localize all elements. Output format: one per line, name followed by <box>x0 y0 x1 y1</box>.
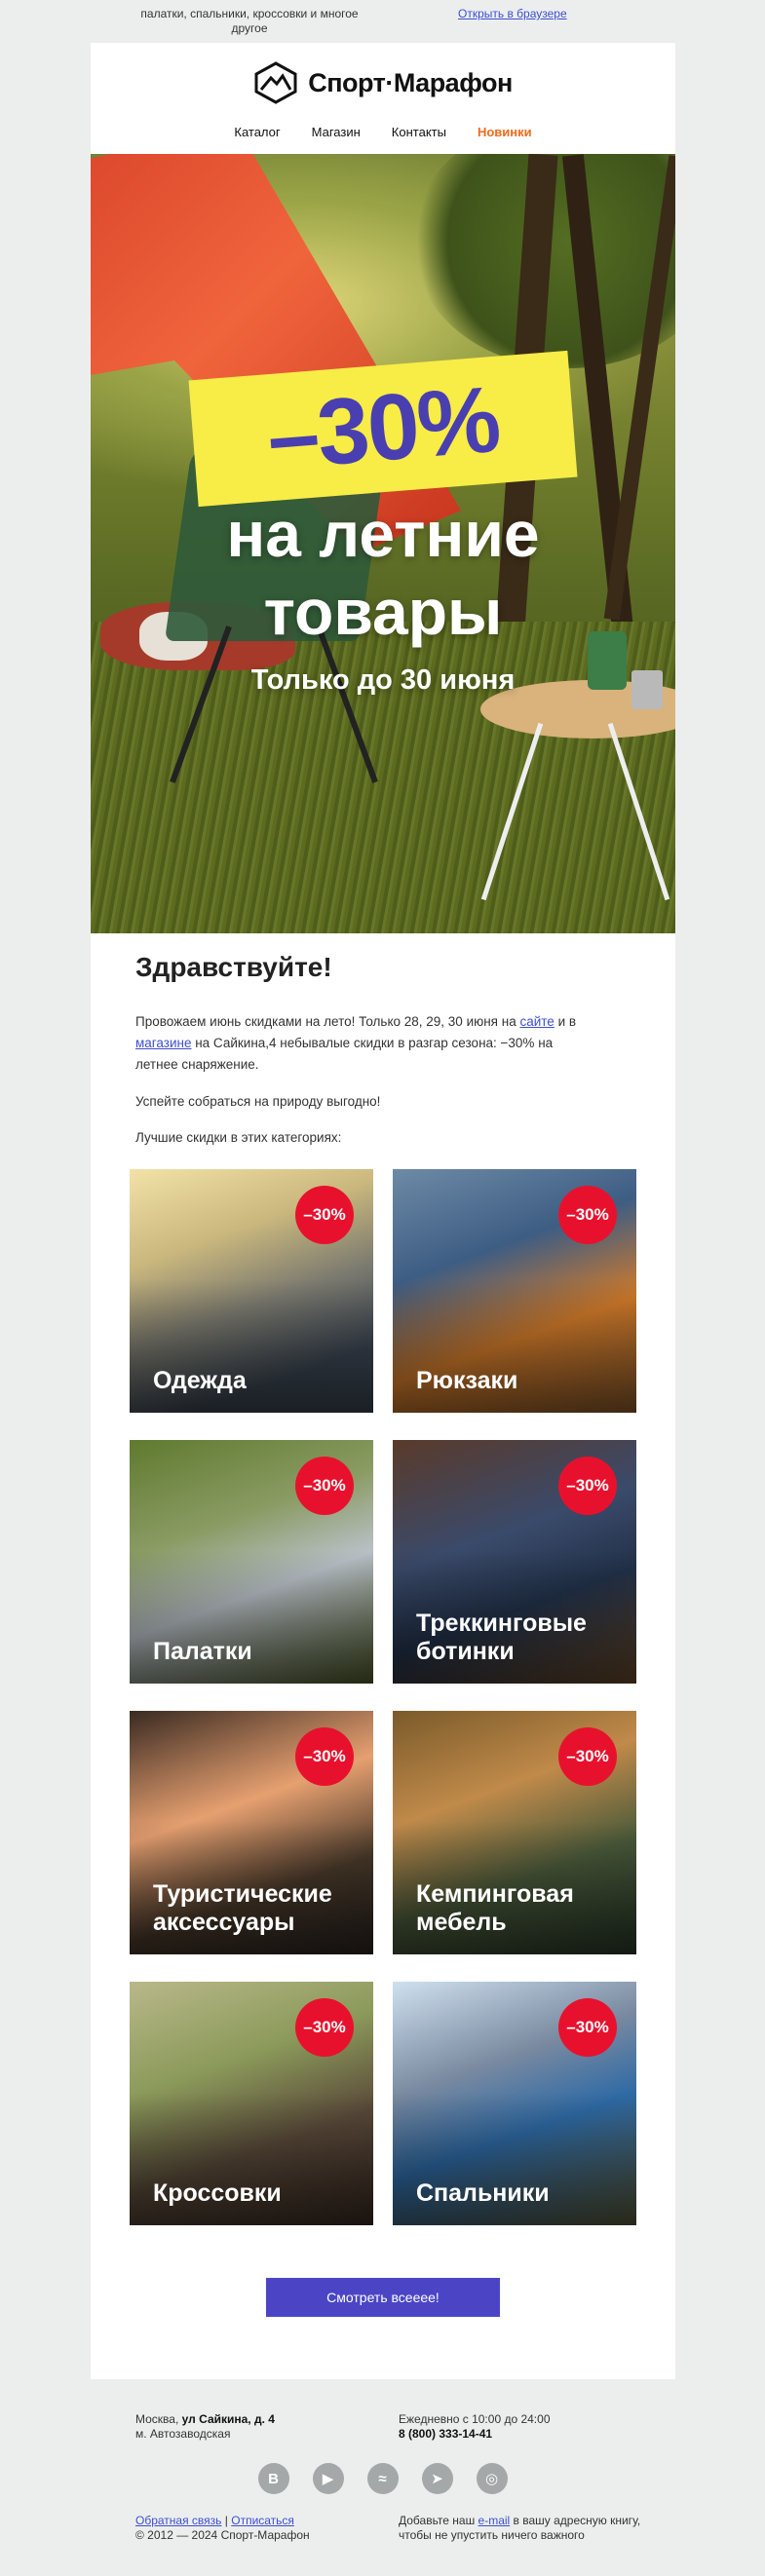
paragraph-categories: Лучшие скидки в этих категориях: <box>135 1130 342 1145</box>
nav-contacts[interactable]: Контакты <box>392 125 446 139</box>
vk-icon[interactable]: В <box>257 2463 289 2494</box>
hero-banner[interactable]: –30% на летние товары Только до 30 июня <box>91 154 675 933</box>
email-body: Спорт·Марафон Каталог Магазин Контакты Н… <box>91 43 675 2379</box>
intro-paragraph: Провожаем июнь скидками на лето! Только … <box>135 1011 593 1076</box>
intro-text: и в <box>554 1014 577 1029</box>
main-nav: Каталог Магазин Контакты Новинки <box>91 125 675 139</box>
wave-icon[interactable]: ≈ <box>366 2463 399 2494</box>
social-links: В ▶ ≈ ➤ ◎ <box>0 2463 765 2494</box>
discount-badge: –30% <box>558 1998 617 2057</box>
site-link[interactable]: сайте <box>519 1014 554 1029</box>
category-card-accessories[interactable]: –30% Туристические аксессуары <box>130 1711 373 1954</box>
footer-metro: м. Автозаводская <box>135 2427 231 2441</box>
youtube-icon[interactable]: ▶ <box>312 2463 344 2494</box>
open-in-browser-link[interactable]: Открыть в браузере <box>458 7 567 20</box>
greeting-heading: Здравствуйте! <box>135 952 332 982</box>
preheader: палатки, спальники, кроссовки и многое д… <box>0 0 765 43</box>
unsubscribe-link[interactable]: Отписаться <box>231 2514 294 2527</box>
preheader-text: палатки, спальники, кроссовки и многое д… <box>140 7 359 35</box>
footer-hours: Ежедневно с 10:00 до 24:00 8 (800) 333-1… <box>399 2412 551 2442</box>
mountain-logo-icon <box>254 61 297 104</box>
hero-headline-1: на летние <box>226 498 540 570</box>
nav-new[interactable]: Новинки <box>478 125 532 139</box>
card-title: Палатки <box>153 1638 252 1665</box>
odnoklassniki-icon[interactable]: ◎ <box>476 2463 508 2494</box>
footer-separator: | <box>224 2514 228 2527</box>
footer-address: Москва, ул Сайкина, д. 4 м. Автозаводска… <box>135 2412 275 2442</box>
footer: Москва, ул Сайкина, д. 4 м. Автозаводска… <box>0 2379 765 2576</box>
footer-hours-text: Ежедневно с 10:00 до 24:00 <box>399 2412 551 2426</box>
nav-catalog[interactable]: Каталог <box>234 125 280 139</box>
discount-badge: –30% <box>558 1457 617 1515</box>
card-title: Одежда <box>153 1367 247 1394</box>
category-card-clothes[interactable]: –30% Одежда <box>130 1169 373 1413</box>
card-title: Треккинговые ботинки <box>416 1610 587 1665</box>
intro-text: Провожаем июнь скидками на лето! Только … <box>135 1014 520 1029</box>
hero-headline-2: товары <box>263 576 503 648</box>
see-all-button[interactable]: Смотреть всееее! <box>266 2278 500 2317</box>
footer-city: Москва, <box>135 2412 179 2426</box>
category-card-sleeping-bags[interactable]: –30% Спальники <box>393 1982 636 2225</box>
card-title: Спальники <box>416 2179 550 2207</box>
category-card-furniture[interactable]: –30% Кемпинговая мебель <box>393 1711 636 1954</box>
footer-street: ул Сайкина, д. 4 <box>181 2412 275 2426</box>
logo[interactable]: Спорт·Марафон <box>91 58 675 107</box>
telegram-icon[interactable]: ➤ <box>421 2463 453 2494</box>
email-link[interactable]: e-mail <box>478 2514 511 2527</box>
footer-phone[interactable]: 8 (800) 333-14-41 <box>399 2427 492 2441</box>
discount-badge: –30% <box>295 1186 354 1244</box>
category-card-trekking-boots[interactable]: –30% Треккинговые ботинки <box>393 1440 636 1684</box>
footer-addressbook: Добавьте наш e-mail в вашу адресную книг… <box>399 2514 652 2543</box>
feedback-link[interactable]: Обратная связь <box>135 2514 221 2527</box>
discount-badge: –30% <box>558 1727 617 1786</box>
copyright: © 2012 — 2024 Спорт-Марафон <box>135 2528 310 2542</box>
footer-links: Обратная связь | Отписаться © 2012 — 202… <box>135 2514 310 2543</box>
category-card-sneakers[interactable]: –30% Кроссовки <box>130 1982 373 2225</box>
card-title: Кемпинговая мебель <box>416 1880 574 1936</box>
card-title: Туристические аксессуары <box>153 1880 332 1936</box>
hero-subheadline: Только до 30 июня <box>250 664 516 696</box>
nav-shop[interactable]: Магазин <box>312 125 361 139</box>
card-title: Кроссовки <box>153 2179 282 2207</box>
discount-badge: –30% <box>295 1998 354 2057</box>
category-card-tents[interactable]: –30% Палатки <box>130 1440 373 1684</box>
discount-badge: –30% <box>558 1186 617 1244</box>
discount-badge: –30% <box>295 1727 354 1786</box>
intro-text: на Сайкина,4 небывалые скидки в разгар с… <box>135 1036 554 1072</box>
addbook-text: Добавьте наш <box>399 2514 478 2527</box>
category-card-backpacks[interactable]: –30% Рюкзаки <box>393 1169 636 1413</box>
card-title: Рюкзаки <box>416 1367 518 1394</box>
paragraph-hurry: Успейте собраться на природу выгодно! <box>135 1094 381 1109</box>
store-link[interactable]: магазине <box>135 1036 191 1050</box>
discount-badge: –30% <box>295 1457 354 1515</box>
logo-text: Спорт·Марафон <box>308 67 513 97</box>
